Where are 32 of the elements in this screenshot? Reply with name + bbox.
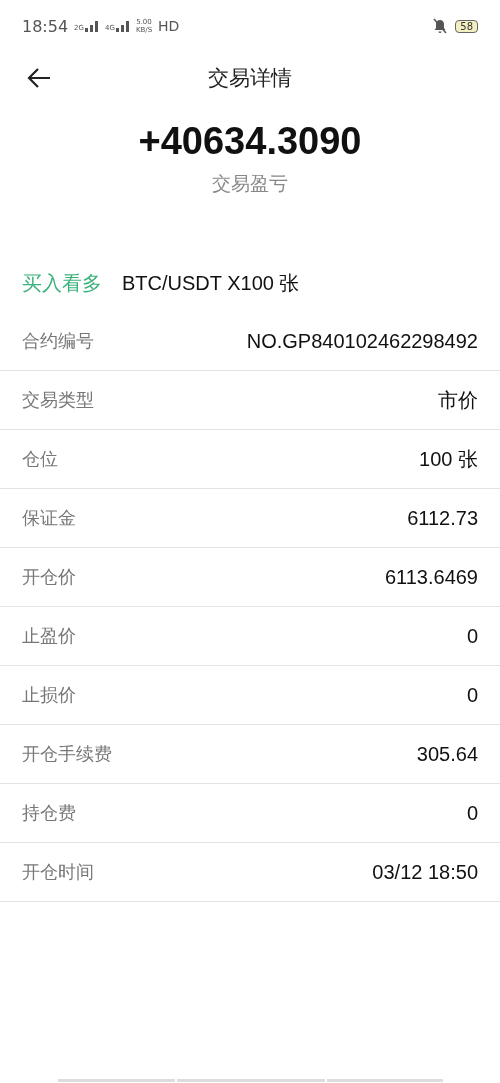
muted-bell-icon (431, 18, 450, 34)
profit-label: 交易盈亏 (212, 171, 288, 196)
page-title: 交易详情 (208, 65, 292, 92)
detail-label: 开仓价 (22, 565, 76, 589)
back-arrow-icon[interactable] (26, 66, 52, 90)
detail-label: 止损价 (22, 683, 76, 707)
detail-label: 开仓时间 (22, 860, 94, 884)
signal-icon (115, 20, 130, 32)
battery-level: 58 (455, 19, 478, 33)
detail-value: 6112.73 (407, 506, 478, 530)
hd-indicator: HD (158, 18, 180, 34)
detail-value: 0 (466, 801, 478, 825)
detail-label: 止盈价 (22, 624, 76, 648)
detail-value: 0 (466, 683, 478, 707)
direction-label: 买入看多 (22, 269, 102, 297)
detail-value: NO.GP840102462298492 (246, 329, 478, 353)
detail-value: 100 张 (419, 446, 478, 472)
detail-label: 持仓费 (22, 801, 76, 825)
detail-value: 市价 (438, 387, 478, 413)
detail-label: 保证金 (22, 506, 76, 530)
clock-time: 18:54 (22, 16, 69, 36)
signal-icon (85, 20, 99, 32)
profit-amount: +40634.3090 (138, 120, 362, 163)
detail-label: 合约编号 (22, 329, 94, 353)
detail-value: 0 (466, 624, 478, 648)
detail-label: 仓位 (22, 447, 58, 471)
detail-value: 305.64 (416, 742, 478, 766)
detail-value: 6113.6469 (384, 565, 478, 589)
detail-label: 交易类型 (22, 388, 94, 412)
detail-label: 开仓手续费 (22, 742, 112, 766)
instrument-text: BTC/USDT X100 张 (122, 270, 300, 296)
detail-value: 03/12 18:50 (372, 860, 478, 884)
